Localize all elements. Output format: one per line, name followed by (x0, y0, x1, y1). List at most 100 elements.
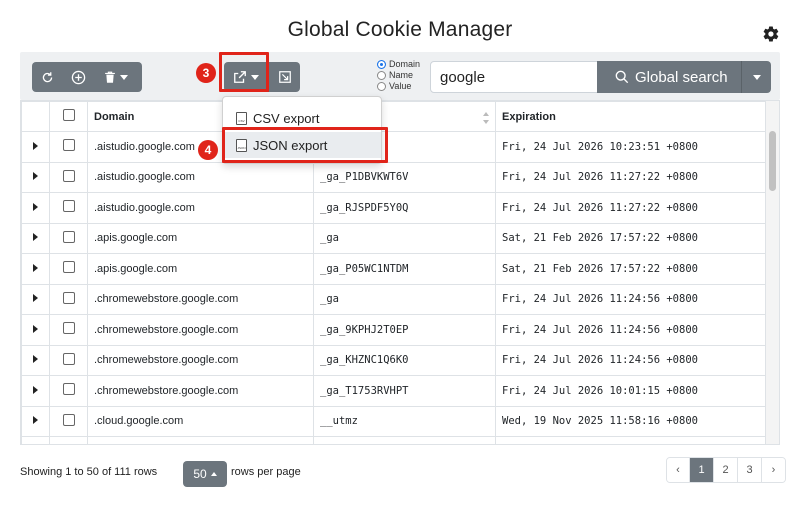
expiration-cell: Sat, 21 Feb 2026 17:57:22 +0800 (495, 253, 766, 285)
row-checkbox-cell (49, 314, 88, 346)
page-button[interactable]: ‹ (667, 458, 689, 482)
expiration-cell: Fri, 24 Jul 2026 10:01:15 +0800 (495, 375, 766, 407)
chevron-up-icon (210, 472, 217, 476)
search-options-dropdown[interactable] (741, 61, 771, 93)
row-checkbox-cell (49, 161, 88, 193)
row-checkbox[interactable] (62, 169, 75, 182)
checked-radio-icon[interactable] (377, 60, 386, 69)
select-all-checkbox-cell (49, 101, 88, 132)
row-checkbox[interactable] (62, 352, 75, 365)
row-checkbox[interactable] (62, 261, 75, 274)
export-button-group (224, 62, 300, 92)
expand-cell[interactable] (21, 222, 50, 254)
page-size-dropdown[interactable]: 50 (183, 461, 227, 487)
table-row[interactable]: .chromewebstore.google.com _ga_KHZNC1Q6K0… (21, 344, 766, 376)
search-input[interactable] (430, 61, 598, 93)
name-cell: _ga (313, 222, 496, 254)
row-checkbox[interactable] (62, 139, 75, 152)
csv-export-item[interactable]: CSV CSV export (224, 105, 381, 131)
page-button[interactable]: 2 (713, 458, 737, 482)
scrollbar-thumb[interactable] (769, 131, 776, 191)
pagination: ‹ 1 2 3 › (666, 457, 786, 483)
table-row[interactable]: .aistudio.google.com _ga_P1DBVKWT6V Fri, 2… (21, 161, 766, 193)
row-checkbox[interactable] (62, 322, 75, 335)
row-checkbox[interactable] (62, 230, 75, 243)
select-all-checkbox[interactable] (62, 109, 75, 121)
table-row[interactable]: .cloud.google.com __utmz Wed, 19 Nov 2025 … (21, 405, 766, 437)
mode-option-domain[interactable]: Domain (377, 59, 420, 70)
row-checkbox[interactable] (62, 291, 75, 304)
vertical-scrollbar[interactable] (766, 101, 779, 444)
expand-arrow-icon[interactable] (33, 416, 38, 425)
row-checkbox[interactable] (62, 413, 75, 426)
json-export-item[interactable]: JSON JSON export (224, 132, 381, 158)
chevron-down-icon (752, 74, 761, 80)
gear-icon[interactable] (762, 25, 780, 43)
expand-arrow-icon[interactable] (33, 324, 38, 333)
row-checkbox-cell (49, 375, 88, 407)
domain-cell (87, 436, 314, 444)
row-checkbox[interactable] (62, 200, 75, 213)
expand-arrow-icon[interactable] (33, 385, 38, 394)
domain-cell: .cloud.google.com (87, 405, 314, 437)
row-checkbox-cell (49, 283, 88, 315)
table-row[interactable]: .aistudio.google.com _ga_RJSPDF5Y0Q Fri, 2… (21, 192, 766, 224)
expand-arrow-icon[interactable] (33, 355, 38, 364)
expand-cell[interactable] (21, 161, 50, 193)
name-cell: _ga_P05WC1NTDM (313, 253, 496, 285)
global-search-button[interactable]: Global search (597, 61, 741, 93)
name-cell: _ga (313, 283, 496, 315)
row-checkbox-cell (49, 222, 88, 254)
table-row[interactable]: .chromewebstore.google.com _ga_T1753RVHPT… (21, 375, 766, 407)
expand-cell[interactable] (21, 131, 50, 163)
table-row[interactable]: .apis.google.com _ga Sat, 21 Feb 2026 17:5… (21, 222, 766, 254)
expand-cell[interactable] (21, 405, 50, 437)
table-row[interactable]: .apis.google.com _ga_P05WC1NTDM Sat, 21 Fe… (21, 253, 766, 285)
expand-arrow-icon[interactable] (33, 263, 38, 272)
page-button[interactable]: 1 (689, 458, 713, 482)
rows-per-page-label: rows per page (231, 466, 301, 478)
export-dropdown-button[interactable] (224, 62, 268, 92)
page-button[interactable]: › (761, 458, 785, 482)
expand-cell[interactable] (21, 314, 50, 346)
name-cell: _ga_KHZNC1Q6K0 (313, 344, 496, 376)
cookie-table: Domain Expiration .aistudio.google.com Fr… (20, 100, 780, 445)
name-cell: _ga_T1753RVHPT (313, 375, 496, 407)
radio-icon[interactable] (377, 71, 386, 80)
table-row[interactable]: .chromewebstore.google.com _ga_9KPHJ2T0EP… (21, 314, 766, 346)
expand-arrow-icon[interactable] (33, 141, 38, 150)
expand-cell[interactable] (21, 283, 50, 315)
delete-dropdown-button[interactable] (94, 62, 138, 92)
action-button-group (32, 62, 142, 92)
expiration-cell: Fri, 24 Jul 2026 11:24:56 +0800 (495, 344, 766, 376)
expiration-cell: Sat, 21 Feb 2026 17:57:22 +0800 (495, 222, 766, 254)
expand-arrow-icon[interactable] (33, 233, 38, 242)
row-checkbox-cell (49, 192, 88, 224)
export-dropdown-menu: CSV CSV export JSON JSON export (222, 96, 382, 164)
expand-arrow-icon[interactable] (33, 202, 38, 211)
expiration-column-header[interactable]: Expiration (495, 101, 766, 132)
expand-cell (21, 436, 50, 444)
name-cell: __utmz (313, 405, 496, 437)
refresh-button[interactable] (32, 62, 62, 92)
row-checkbox[interactable] (62, 383, 75, 396)
page-button[interactable]: 3 (737, 458, 761, 482)
import-button[interactable] (268, 62, 300, 92)
expand-cell[interactable] (21, 192, 50, 224)
mode-option-value[interactable]: Value (377, 81, 420, 92)
add-button[interactable] (62, 62, 94, 92)
radio-icon[interactable] (377, 82, 386, 91)
expand-arrow-icon[interactable] (33, 294, 38, 303)
expand-arrow-icon[interactable] (33, 172, 38, 181)
search-icon (615, 70, 629, 84)
mode-option-name[interactable]: Name (377, 70, 420, 81)
expand-cell[interactable] (21, 253, 50, 285)
row-checkbox-cell (49, 405, 88, 437)
name-cell: _ga_P1DBVKWT6V (313, 161, 496, 193)
table-row[interactable] (21, 436, 766, 444)
row-checkbox-cell (49, 253, 88, 285)
expand-cell[interactable] (21, 375, 50, 407)
table-row[interactable]: .chromewebstore.google.com _ga Fri, 24 Jul… (21, 283, 766, 315)
table-row[interactable]: .aistudio.google.com Fri, 24 Jul 2026 10:… (21, 131, 766, 163)
expand-cell[interactable] (21, 344, 50, 376)
